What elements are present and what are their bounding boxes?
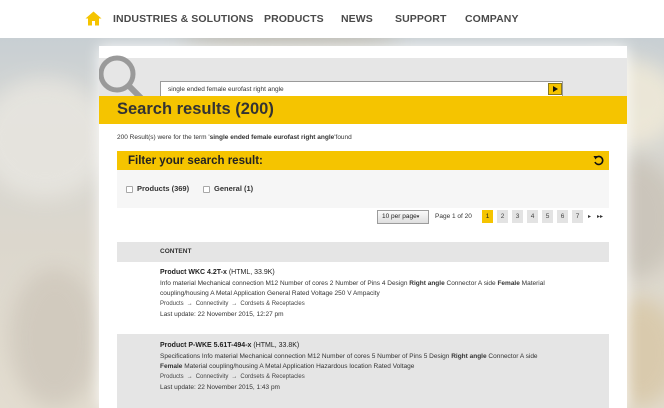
result-meta: (HTML, 33.8K) [251,342,300,349]
description-text: Info material Mechanical connection M12 … [160,280,410,287]
background-blur [10,268,100,408]
table-header: CONTENT [117,242,609,262]
result-description: Specifications Info material Mechanical … [160,353,538,360]
per-page-value: 10 per page [382,213,417,220]
last-page-button[interactable]: ▸▸ [597,213,603,220]
result-note-term: single ended female eurofast right angle [209,134,335,141]
result-title-text[interactable]: Product P-WKE 5.61T-494-x [160,342,251,349]
filter-title: Filter your search result: [128,155,263,167]
result-count-note: 200 Result(s) were for the term 'single … [117,134,352,141]
description-text: Specifications Info material Mechanical … [160,353,452,360]
page-5-button[interactable]: 5 [542,210,553,223]
description-highlight: Right angle [451,353,487,360]
result-title-text[interactable]: Product WKC 4.2T-x [160,269,227,276]
reset-icon[interactable] [593,155,604,166]
search-results-panel: Search results (200) 200 Result(s) were … [99,46,627,408]
nav-item-support[interactable]: SUPPORT [395,13,446,25]
table-row: Product WKC 4.2T-x (HTML, 33.9K) Info ma… [117,262,609,334]
result-description-line2: Female Material coupling/housing A Metal… [160,363,414,370]
breadcrumb-link[interactable]: Cordsets & Receptacles [240,374,304,380]
filter-header: Filter your search result: [117,151,609,170]
breadcrumb-link[interactable]: Products [160,301,184,307]
page-indicator: Page 1 of 20 [435,213,472,220]
page-title: Search results (200) [117,100,274,118]
background-blur [0,78,110,198]
general-filter-label[interactable]: General (1) [214,184,253,193]
products-filter-label[interactable]: Products (369) [137,184,189,193]
products-checkbox[interactable] [126,186,133,193]
page-2-button[interactable]: 2 [497,210,508,223]
results-header: Search results (200) [99,96,627,124]
breadcrumb: Products → Connectivity → Cordsets & Recepta… [160,301,305,307]
chevron-right-icon: → [231,301,238,307]
chevron-right-icon: → [186,374,193,380]
description-text: Material [519,280,545,287]
dropdown-arrow-icon: ▾ [416,214,420,220]
top-navigation: INDUSTRIES & SOLUTIONS PRODUCTS NEWS SUP… [0,0,664,38]
page-1-button[interactable]: 1 [482,210,493,223]
chevron-right-icon: → [186,301,193,307]
description-highlight: Right angle [409,280,445,287]
content-column-header: CONTENT [160,248,192,255]
page-7-button[interactable]: 7 [572,210,583,223]
result-note-prefix: 200 Result(s) were for the term ' [117,134,210,141]
description-highlight: Female [497,280,520,287]
home-icon[interactable] [85,11,102,26]
description-text: Material coupling/housing A Metal Applic… [182,363,415,370]
page-3-button[interactable]: 3 [512,210,523,223]
search-input[interactable] [160,81,563,97]
breadcrumb-link[interactable]: Connectivity [196,301,229,307]
breadcrumb-link[interactable]: Connectivity [196,374,229,380]
chevron-right-icon: → [231,374,238,380]
filter-options: Products (369) General (1) [117,170,609,208]
description-text: Connector A side [444,280,498,287]
result-description: Info material Mechanical connection M12 … [160,280,545,287]
table-row: Product P-WKE 5.61T-494-x (HTML, 33.8K) … [117,334,609,408]
result-note-suffix: 'found [334,134,352,141]
per-page-select[interactable]: 10 per page▾ [377,210,429,224]
result-title[interactable]: Product WKC 4.2T-x (HTML, 33.9K) [160,269,275,276]
page-6-button[interactable]: 6 [557,210,568,223]
result-title[interactable]: Product P-WKE 5.61T-494-x (HTML, 33.8K) [160,342,299,349]
nav-item-news[interactable]: NEWS [341,13,373,25]
last-update: Last update: 22 November 2015, 1:43 pm [160,384,280,391]
result-description-line2: coupling/housing A Metal Application Gen… [160,290,380,297]
breadcrumb: Products → Connectivity → Cordsets & Recepta… [160,374,305,380]
nav-item-industries-solutions[interactable]: INDUSTRIES & SOLUTIONS [113,13,253,25]
description-text: Connector A side [486,353,538,360]
next-page-button[interactable]: ▸ [588,213,591,220]
page-4-button[interactable]: 4 [527,210,538,223]
breadcrumb-link[interactable]: Cordsets & Receptacles [240,301,304,307]
breadcrumb-link[interactable]: Products [160,374,184,380]
arrow-right-icon [553,86,558,92]
nav-item-products[interactable]: PRODUCTS [264,13,324,25]
result-meta: (HTML, 33.9K) [226,269,275,276]
nav-item-company[interactable]: COMPANY [465,13,519,25]
search-button[interactable] [548,83,562,95]
general-checkbox[interactable] [203,186,210,193]
last-update: Last update: 22 November 2015, 12:27 pm [160,311,284,318]
description-highlight: Female [160,363,183,370]
